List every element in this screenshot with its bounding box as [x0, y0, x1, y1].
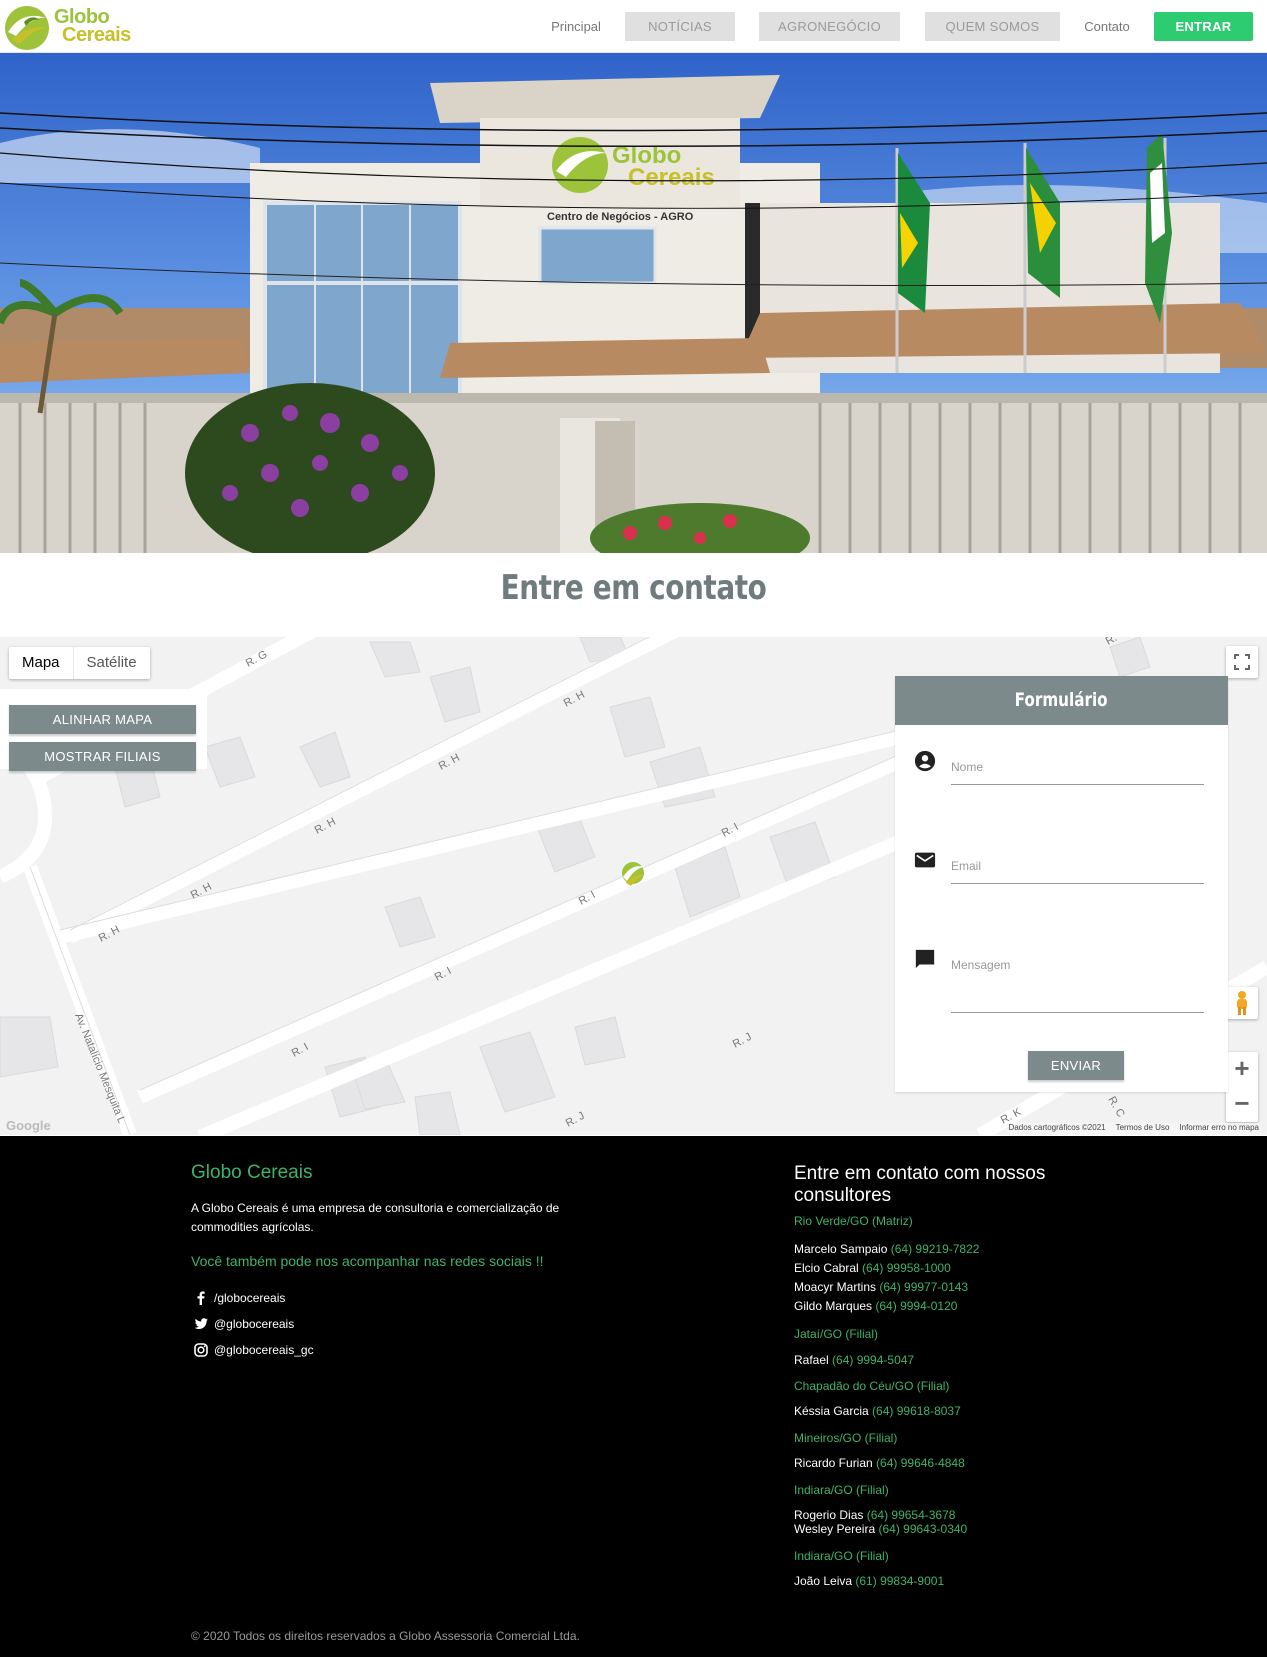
office-city: Chapadão do Céu/GO (Filial) — [794, 1379, 950, 1393]
contact-form: Formulário Nome Email Mensagem ENVIAR — [895, 676, 1228, 1092]
consultant-entry: Rafael (64) 9994-5047 — [794, 1353, 914, 1367]
zoom-in-button[interactable]: + — [1226, 1052, 1258, 1087]
map-type-tabs: Mapa Satélite — [9, 647, 150, 679]
logo-wordmark: Globo Cereais — [54, 7, 131, 46]
street-label: R. J — [731, 1031, 754, 1051]
consultant-entry: Rogerio Dias (64) 99654-3678 — [794, 1508, 955, 1522]
copyright: © 2020 Todos os direitos reservados a Gl… — [191, 1629, 580, 1643]
logo-line-2: Cereais — [62, 24, 131, 46]
consultant-phone[interactable]: (64) 99219-7822 — [891, 1242, 980, 1256]
consultant-name: Rogerio Dias — [794, 1508, 864, 1522]
consultant-entry: Moacyr Martins (64) 99977-0143 — [794, 1280, 968, 1294]
nav-quem-somos[interactable]: QUEM SOMOS — [925, 12, 1060, 41]
consultant-phone[interactable]: (61) 99834-9001 — [855, 1574, 944, 1588]
hero-building-image: Globo Cereais Centro de Negócios - AGRO — [0, 53, 1267, 553]
consultant-name: Gildo Marques — [794, 1299, 873, 1313]
consultants-title: Entre em contato com nossos consultores — [794, 1163, 1046, 1206]
fullscreen-button[interactable] — [1226, 646, 1258, 678]
facebook-link[interactable]: /globocereais — [191, 1288, 285, 1308]
street-label: R. I — [290, 1041, 311, 1060]
contact-section-title: Entre em contato — [500, 568, 767, 608]
show-branches-button[interactable]: MOSTRAR FILIAIS — [9, 742, 196, 771]
pegman-icon — [1237, 991, 1247, 1015]
instagram-link[interactable]: @globocereais_gc — [191, 1340, 314, 1360]
office-city: Indiara/GO (Filial) — [794, 1483, 889, 1497]
nav-agronegocio[interactable]: AGRONEGÓCIO — [759, 12, 900, 41]
consultant-phone[interactable]: (64) 99643-0340 — [878, 1522, 967, 1536]
consultant-name: Wesley Pereira — [794, 1522, 876, 1536]
instagram-handle: @globocereais_gc — [214, 1343, 314, 1357]
footer-brand-title: Globo Cereais — [191, 1162, 313, 1183]
nav-principal[interactable]: Principal — [540, 12, 612, 41]
message-field[interactable]: Mensagem — [951, 958, 1204, 1013]
consultant-entry: Gildo Marques (64) 9994-0120 — [794, 1299, 957, 1313]
consultant-entry: Ricardo Furian (64) 99646-4848 — [794, 1456, 965, 1470]
consultant-name: Moacyr Martins — [794, 1280, 877, 1294]
terms-link[interactable]: Termos de Uso — [1116, 1123, 1170, 1135]
consultant-name: João Leiva — [794, 1574, 853, 1588]
consultant-name: Ricardo Furian — [794, 1456, 873, 1470]
office-city: Indiara/GO (Filial) — [794, 1549, 889, 1563]
logo-icon — [5, 6, 49, 50]
form-title: Formulário — [1014, 689, 1108, 711]
consultant-phone[interactable]: (64) 99654-3678 — [867, 1508, 956, 1522]
consultant-entry: Marcelo Sampaio (64) 99219-7822 — [794, 1242, 979, 1256]
account-circle-icon — [914, 750, 936, 772]
consultant-name: Rafael — [794, 1353, 829, 1367]
footer-follow-text: Você também pode nos acompanhar nas rede… — [191, 1253, 544, 1269]
street-label: R. C — [1105, 1095, 1126, 1120]
twitter-icon — [194, 1318, 208, 1329]
twitter-link[interactable]: @globocereais — [191, 1314, 294, 1334]
zoom-controls: + − — [1226, 1052, 1258, 1122]
consultant-phone[interactable]: (64) 9994-5047 — [832, 1353, 914, 1367]
top-navbar: Globo Cereais Principal NOTÍCIAS AGRONEG… — [0, 0, 1267, 53]
consultant-name: Elcio Cabral — [794, 1261, 859, 1275]
entrar-button[interactable]: ENTRAR — [1154, 12, 1253, 41]
align-map-button[interactable]: ALINHAR MAPA — [9, 705, 196, 734]
facebook-handle: /globocereais — [214, 1291, 286, 1305]
consultant-phone[interactable]: (64) 9994-0120 — [875, 1299, 957, 1313]
map-attribution: Dados cartográficos ©2021 Termos de Uso … — [1006, 1123, 1261, 1135]
zoom-out-button[interactable]: − — [1226, 1087, 1258, 1122]
nav-contato[interactable]: Contato — [1078, 12, 1136, 41]
name-field[interactable]: Nome — [951, 760, 1204, 785]
consultant-entry: Wesley Pereira (64) 99643-0340 — [794, 1522, 967, 1536]
google-logo: Google — [6, 1118, 51, 1133]
map-controls-panel: ALINHAR MAPA MOSTRAR FILIAIS — [0, 689, 207, 771]
form-header: Formulário — [895, 676, 1228, 725]
nav-noticias[interactable]: NOTÍCIAS — [625, 12, 735, 41]
consultant-phone[interactable]: (64) 99977-0143 — [879, 1280, 968, 1294]
consultant-entry: Késsia Garcia (64) 99618-8037 — [794, 1404, 961, 1418]
office-city: Rio Verde/GO (Matriz) — [794, 1214, 913, 1228]
hero-sign-line-2: Cereais — [628, 164, 715, 191]
map-data-credit: Dados cartográficos ©2021 — [1008, 1123, 1106, 1132]
street-label: R. J — [564, 1110, 587, 1130]
consultant-entry: Elcio Cabral (64) 99958-1000 — [794, 1261, 951, 1275]
office-city: Jataí/GO (Filial) — [794, 1327, 879, 1341]
street-view-pegman[interactable] — [1226, 987, 1258, 1019]
consultant-entry: João Leiva (61) 99834-9001 — [794, 1574, 944, 1588]
send-button[interactable]: ENVIAR — [1028, 1051, 1124, 1080]
facebook-icon — [191, 1288, 211, 1308]
instagram-icon — [194, 1343, 208, 1357]
office-city: Mineiros/GO (Filial) — [794, 1431, 898, 1445]
street-label: Av. Natalício Mesquita L — [72, 1012, 127, 1126]
email-field[interactable]: Email — [951, 859, 1204, 884]
fullscreen-icon — [1234, 654, 1250, 670]
twitter-handle: @globocereais — [214, 1317, 295, 1331]
tab-mapa[interactable]: Mapa — [9, 647, 74, 679]
consultant-phone[interactable]: (64) 99958-1000 — [862, 1261, 951, 1275]
report-error-link[interactable]: Informar erro no mapa — [1179, 1123, 1259, 1135]
consultant-phone[interactable]: (64) 99618-8037 — [872, 1404, 961, 1418]
tab-satelite[interactable]: Satélite — [74, 647, 150, 679]
chat-bubble-icon — [915, 949, 935, 969]
consultant-name: Késsia Garcia — [794, 1404, 869, 1418]
consultant-name: Marcelo Sampaio — [794, 1242, 888, 1256]
consultant-phone[interactable]: (64) 99646-4848 — [876, 1456, 965, 1470]
footer: Globo Cereais A Globo Cereais é uma empr… — [0, 1136, 1267, 1657]
email-icon — [914, 852, 936, 868]
hero-sign-subtitle: Centro de Negócios - AGRO — [547, 211, 694, 223]
globo-cereais-logo[interactable]: Globo Cereais — [2, 2, 132, 52]
footer-description: A Globo Cereais é uma empresa de consult… — [191, 1201, 560, 1234]
